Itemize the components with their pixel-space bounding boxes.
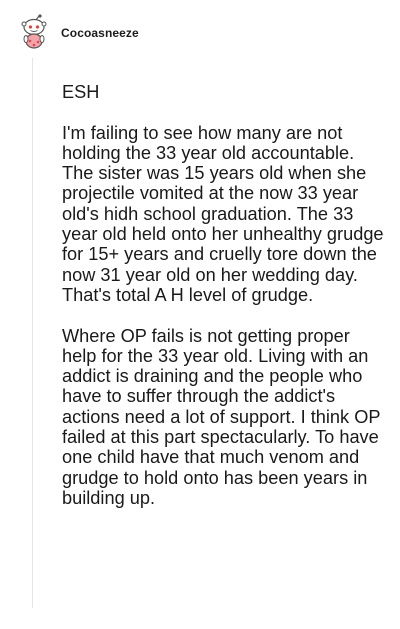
thread-line[interactable] (32, 58, 33, 608)
comment-author[interactable]: Cocoasneeze (61, 26, 139, 40)
comment-paragraph: Where OP fails is not getting proper hel… (62, 325, 381, 508)
comment-paragraph-verdict: ESH (62, 82, 100, 102)
snoo-avatar-icon[interactable] (20, 14, 48, 50)
comment-paragraph: I'm failing to see how many are not hold… (62, 122, 384, 305)
comment-body: ESH I'm failing to see how many are not … (62, 82, 387, 508)
comment-card: Cocoasneeze ESH I'm failing to see how m… (0, 0, 400, 629)
